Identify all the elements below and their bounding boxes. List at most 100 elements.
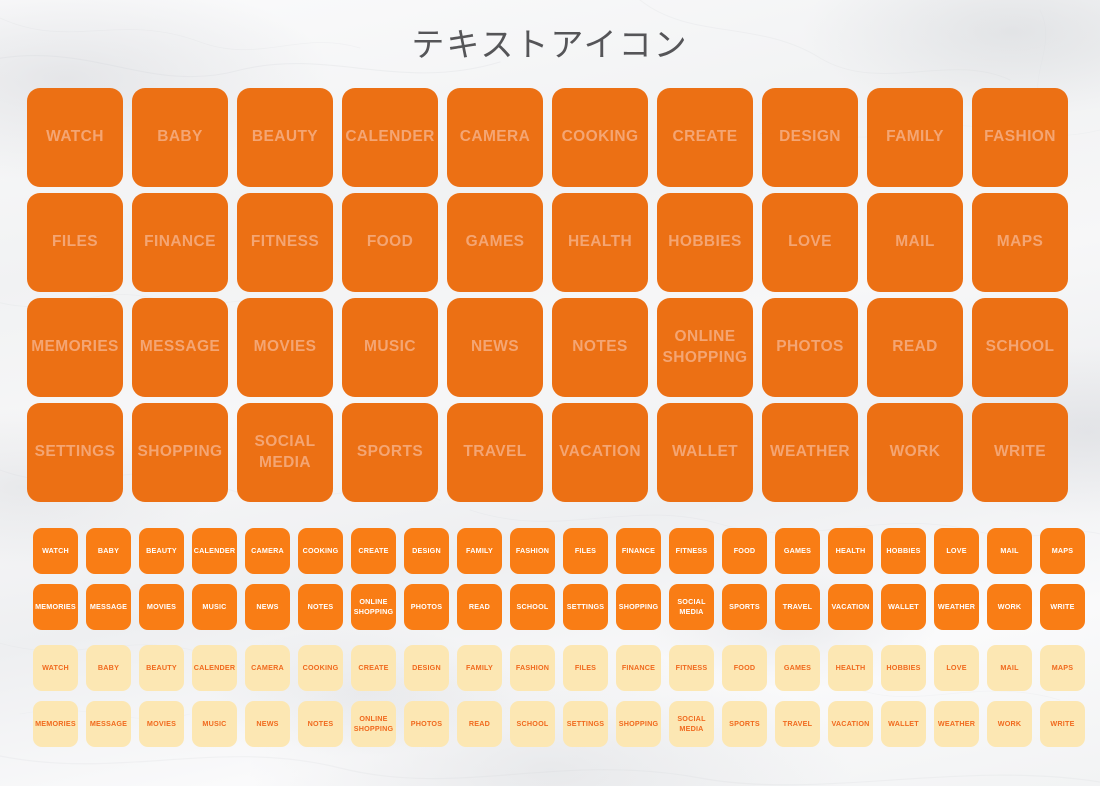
icon-tile-small-orange-hobbies[interactable]: HOBBIES [881, 528, 926, 574]
icon-tile-small-orange-music[interactable]: MUSIC [192, 584, 237, 630]
icon-tile-large-mail[interactable]: MAIL [867, 193, 963, 292]
icon-tile-small-orange-cooking[interactable]: COOKING [298, 528, 343, 574]
icon-tile-large-baby[interactable]: BABY [132, 88, 228, 187]
icon-tile-large-design[interactable]: DESIGN [762, 88, 858, 187]
icon-tile-small-orange-fitness[interactable]: FITNESS [669, 528, 714, 574]
icon-tile-small-orange-photos[interactable]: PHOTOS [404, 584, 449, 630]
icon-tile-large-family[interactable]: FAMILY [867, 88, 963, 187]
icon-tile-small-orange-files[interactable]: FILES [563, 528, 608, 574]
icon-tile-small-orange-travel[interactable]: TRAVEL [775, 584, 820, 630]
icon-tile-small-orange-notes[interactable]: NOTES [298, 584, 343, 630]
icon-tile-small-cream-cooking[interactable]: COOKING [298, 645, 343, 691]
icon-tile-large-travel[interactable]: TRAVEL [447, 403, 543, 502]
icon-tile-small-cream-school[interactable]: SCHOOL [510, 701, 555, 747]
icon-tile-small-cream-camera[interactable]: CAMERA [245, 645, 290, 691]
icon-tile-small-orange-memories[interactable]: MEMORIES [33, 584, 78, 630]
icon-tile-small-orange-school[interactable]: SCHOOL [510, 584, 555, 630]
icon-tile-small-cream-message[interactable]: MESSAGE [86, 701, 131, 747]
icon-tile-small-orange-online-shopping[interactable]: ONLINE SHOPPING [351, 584, 396, 630]
icon-tile-small-orange-camera[interactable]: CAMERA [245, 528, 290, 574]
icon-tile-large-love[interactable]: LOVE [762, 193, 858, 292]
icon-tile-large-create[interactable]: CREATE [657, 88, 753, 187]
icon-tile-large-games[interactable]: GAMES [447, 193, 543, 292]
icon-tile-small-orange-food[interactable]: FOOD [722, 528, 767, 574]
icon-tile-small-cream-finance[interactable]: FINANCE [616, 645, 661, 691]
icon-tile-small-orange-wallet[interactable]: WALLET [881, 584, 926, 630]
icon-tile-small-cream-memories[interactable]: MEMORIES [33, 701, 78, 747]
icon-tile-large-vacation[interactable]: VACATION [552, 403, 648, 502]
icon-tile-small-orange-read[interactable]: READ [457, 584, 502, 630]
icon-tile-small-cream-calender[interactable]: CALENDER [192, 645, 237, 691]
icon-tile-small-cream-food[interactable]: FOOD [722, 645, 767, 691]
icon-tile-small-orange-watch[interactable]: WATCH [33, 528, 78, 574]
icon-tile-small-cream-fitness[interactable]: FITNESS [669, 645, 714, 691]
icon-tile-small-orange-maps[interactable]: MAPS [1040, 528, 1085, 574]
icon-tile-large-work[interactable]: WORK [867, 403, 963, 502]
icon-tile-small-orange-movies[interactable]: MOVIES [139, 584, 184, 630]
icon-tile-small-orange-games[interactable]: GAMES [775, 528, 820, 574]
icon-tile-large-wallet[interactable]: WALLET [657, 403, 753, 502]
icon-tile-small-orange-settings[interactable]: SETTINGS [563, 584, 608, 630]
icon-tile-small-orange-social-media[interactable]: SOCIAL MEDIA [669, 584, 714, 630]
icon-tile-small-cream-photos[interactable]: PHOTOS [404, 701, 449, 747]
icon-tile-small-cream-weather[interactable]: WEATHER [934, 701, 979, 747]
icon-tile-large-health[interactable]: HEALTH [552, 193, 648, 292]
icon-tile-small-orange-shopping[interactable]: SHOPPING [616, 584, 661, 630]
icon-tile-large-shopping[interactable]: SHOPPING [132, 403, 228, 502]
icon-tile-small-cream-fashion[interactable]: FASHION [510, 645, 555, 691]
icon-tile-small-orange-family[interactable]: FAMILY [457, 528, 502, 574]
icon-tile-large-cooking[interactable]: COOKING [552, 88, 648, 187]
icon-tile-small-cream-music[interactable]: MUSIC [192, 701, 237, 747]
icon-tile-large-photos[interactable]: PHOTOS [762, 298, 858, 397]
icon-tile-large-news[interactable]: NEWS [447, 298, 543, 397]
icon-tile-large-finance[interactable]: FINANCE [132, 193, 228, 292]
icon-tile-large-music[interactable]: MUSIC [342, 298, 438, 397]
icon-tile-large-hobbies[interactable]: HOBBIES [657, 193, 753, 292]
icon-tile-small-cream-design[interactable]: DESIGN [404, 645, 449, 691]
icon-tile-large-watch[interactable]: WATCH [27, 88, 123, 187]
icon-tile-small-orange-calender[interactable]: CALENDER [192, 528, 237, 574]
icon-tile-large-files[interactable]: FILES [27, 193, 123, 292]
icon-tile-small-cream-sports[interactable]: SPORTS [722, 701, 767, 747]
icon-tile-small-cream-notes[interactable]: NOTES [298, 701, 343, 747]
icon-tile-small-cream-health[interactable]: HEALTH [828, 645, 873, 691]
icon-tile-small-orange-write[interactable]: WRITE [1040, 584, 1085, 630]
icon-tile-small-orange-message[interactable]: MESSAGE [86, 584, 131, 630]
icon-tile-small-orange-weather[interactable]: WEATHER [934, 584, 979, 630]
icon-tile-small-cream-watch[interactable]: WATCH [33, 645, 78, 691]
icon-tile-small-cream-baby[interactable]: BABY [86, 645, 131, 691]
icon-tile-small-cream-movies[interactable]: MOVIES [139, 701, 184, 747]
icon-tile-large-sports[interactable]: SPORTS [342, 403, 438, 502]
icon-tile-small-cream-online-shopping[interactable]: ONLINE SHOPPING [351, 701, 396, 747]
icon-tile-large-write[interactable]: WRITE [972, 403, 1068, 502]
icon-tile-small-cream-family[interactable]: FAMILY [457, 645, 502, 691]
icon-tile-small-cream-travel[interactable]: TRAVEL [775, 701, 820, 747]
icon-tile-large-fitness[interactable]: FITNESS [237, 193, 333, 292]
icon-tile-small-orange-love[interactable]: LOVE [934, 528, 979, 574]
icon-tile-small-cream-shopping[interactable]: SHOPPING [616, 701, 661, 747]
icon-tile-small-cream-write[interactable]: WRITE [1040, 701, 1085, 747]
icon-tile-small-cream-create[interactable]: CREATE [351, 645, 396, 691]
icon-tile-small-orange-beauty[interactable]: BEAUTY [139, 528, 184, 574]
icon-tile-large-notes[interactable]: NOTES [552, 298, 648, 397]
icon-tile-small-orange-sports[interactable]: SPORTS [722, 584, 767, 630]
icon-tile-small-cream-maps[interactable]: MAPS [1040, 645, 1085, 691]
icon-tile-small-cream-read[interactable]: READ [457, 701, 502, 747]
icon-tile-small-orange-mail[interactable]: MAIL [987, 528, 1032, 574]
icon-tile-large-maps[interactable]: MAPS [972, 193, 1068, 292]
icon-tile-small-orange-baby[interactable]: BABY [86, 528, 131, 574]
icon-tile-small-cream-news[interactable]: NEWS [245, 701, 290, 747]
icon-tile-small-cream-vacation[interactable]: VACATION [828, 701, 873, 747]
icon-tile-small-cream-mail[interactable]: MAIL [987, 645, 1032, 691]
icon-tile-small-cream-hobbies[interactable]: HOBBIES [881, 645, 926, 691]
icon-tile-small-cream-love[interactable]: LOVE [934, 645, 979, 691]
icon-tile-large-online-shopping[interactable]: ONLINE SHOPPING [657, 298, 753, 397]
icon-tile-small-orange-fashion[interactable]: FASHION [510, 528, 555, 574]
icon-tile-small-cream-wallet[interactable]: WALLET [881, 701, 926, 747]
icon-tile-large-social-media[interactable]: SOCIAL MEDIA [237, 403, 333, 502]
icon-tile-small-orange-work[interactable]: WORK [987, 584, 1032, 630]
icon-tile-large-message[interactable]: MESSAGE [132, 298, 228, 397]
icon-tile-large-school[interactable]: SCHOOL [972, 298, 1068, 397]
icon-tile-small-cream-work[interactable]: WORK [987, 701, 1032, 747]
icon-tile-small-orange-create[interactable]: CREATE [351, 528, 396, 574]
